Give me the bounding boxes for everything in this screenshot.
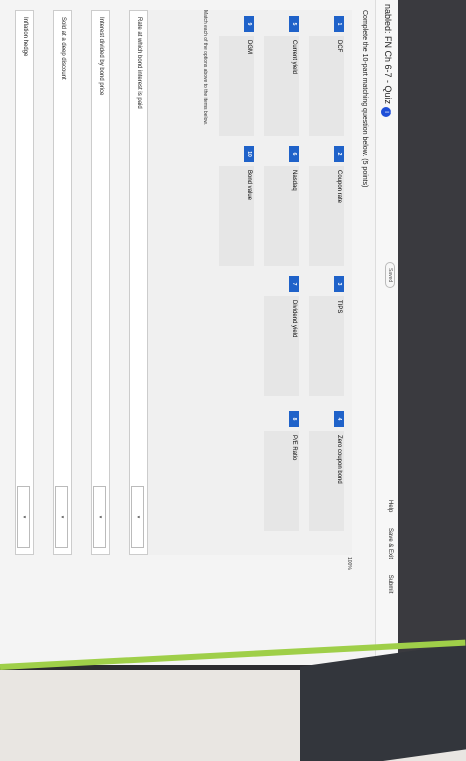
match-item-4: Inflation hedge ▾ — [15, 10, 34, 555]
item-label: Inflation hedge — [22, 17, 28, 57]
question-text: Complete the 10-part matching question b… — [361, 10, 368, 188]
option-4[interactable]: 4 Zero coupon bond — [309, 411, 344, 531]
option-number: 4 — [334, 411, 344, 427]
option-number: 8 — [289, 411, 299, 427]
option-2[interactable]: 2 Coupon rate — [309, 146, 344, 266]
option-number: 6 — [289, 146, 299, 162]
top-links: Help Save & Exit Submit — [387, 500, 393, 607]
option-label: Dividend yield — [264, 296, 299, 396]
zoom-bar: 100% — [142, 557, 352, 573]
option-number: 10 — [244, 146, 254, 162]
option-7[interactable]: 7 Dividend yield — [264, 276, 299, 396]
option-label: P/E Ratio — [264, 431, 299, 531]
item-label: Interest divided by bond price — [98, 17, 104, 96]
help-link[interactable]: Help — [387, 500, 393, 512]
zoom-level: 100% — [346, 557, 352, 570]
option-1[interactable]: 1 DCF — [309, 16, 344, 136]
laptop-bezel — [398, 0, 466, 665]
option-label: TIPS — [309, 296, 344, 396]
laptop-screen: nabled: FN Ch 6-7 - Quiz i Saved Help Sav… — [0, 0, 398, 665]
option-number: 5 — [289, 16, 299, 32]
quiz-app: nabled: FN Ch 6-7 - Quiz i Saved Help Sav… — [0, 0, 398, 665]
top-bar: nabled: FN Ch 6-7 - Quiz i Saved Help Sav… — [375, 0, 398, 665]
option-number: 7 — [289, 276, 299, 292]
option-label: Coupon rate — [309, 166, 344, 266]
item-dropdown[interactable]: ▾ — [131, 486, 144, 548]
match-item-2: Interest divided by bond price ▾ — [91, 10, 110, 555]
match-item-1: Rate at which bond interest is paid ▾ — [129, 10, 148, 555]
submit-link[interactable]: Submit — [387, 575, 393, 594]
photo-frame: nabled: FN Ch 6-7 - Quiz i Saved Help Sav… — [0, 0, 466, 761]
item-label: Rate at which bond interest is paid — [136, 17, 142, 109]
option-number: 1 — [334, 16, 344, 32]
item-dropdown[interactable]: ▾ — [55, 486, 68, 548]
option-9[interactable]: 9 DGM — [219, 16, 254, 136]
option-label: Zero coupon bond — [309, 431, 344, 531]
item-label: Sold at a deep discount — [60, 17, 66, 80]
match-item-3: Sold at a deep discount ▾ — [53, 10, 72, 555]
option-number: 2 — [334, 146, 344, 162]
option-5[interactable]: 5 Current yield — [264, 16, 299, 136]
option-label: DCF — [309, 36, 344, 136]
option-label: Bond value — [219, 166, 254, 266]
option-label: DGM — [219, 36, 254, 136]
option-label: Nasdaq — [264, 166, 299, 266]
option-number: 9 — [244, 16, 254, 32]
option-label: Current yield — [264, 36, 299, 136]
option-3[interactable]: 3 TIPS — [309, 276, 344, 396]
quiz-title: nabled: FN Ch 6-7 - Quiz i — [381, 4, 393, 118]
item-dropdown[interactable]: ▾ — [17, 486, 30, 548]
option-10[interactable]: 10 Bond value — [219, 146, 254, 266]
option-number: 3 — [334, 276, 344, 292]
quiz-title-text: nabled: FN Ch 6-7 - Quiz — [383, 4, 393, 105]
saved-indicator: Saved — [385, 262, 395, 289]
options-panel: 1 DCF 2 Coupon rate 3 TIPS 4 Zero coupon bon… — [144, 10, 352, 555]
option-8[interactable]: 8 P/E Ratio — [264, 411, 299, 531]
save-exit-link[interactable]: Save & Exit — [387, 528, 393, 559]
match-instructions: Match each of the options above to the i… — [202, 10, 208, 126]
item-dropdown[interactable]: ▾ — [93, 486, 106, 548]
info-icon[interactable]: i — [381, 107, 391, 118]
option-6[interactable]: 6 Nasdaq — [264, 146, 299, 266]
